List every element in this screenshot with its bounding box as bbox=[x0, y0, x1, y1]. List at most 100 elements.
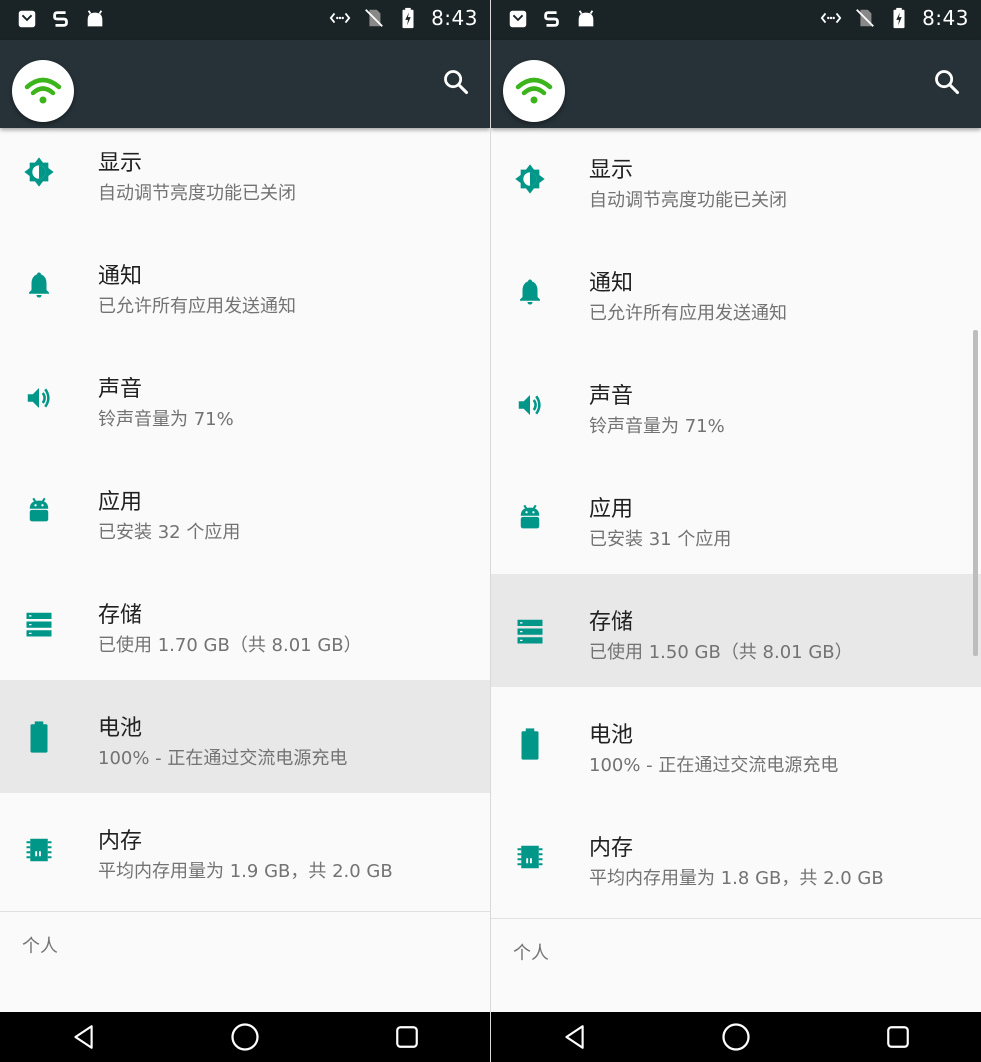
s-app-icon bbox=[53, 11, 68, 27]
recents-button[interactable] bbox=[881, 1020, 915, 1054]
android-icon bbox=[87, 10, 103, 27]
settings-item-apps[interactable]: 应用 已安装 32 个应用 bbox=[0, 454, 490, 567]
item-subtitle: 已使用 1.70 GB（共 8.01 GB） bbox=[98, 635, 362, 656]
wifi-icon bbox=[515, 77, 553, 104]
brightness-icon bbox=[22, 155, 56, 189]
search-button[interactable] bbox=[929, 64, 965, 100]
settings-item-storage[interactable]: 存储 已使用 1.50 GB（共 8.01 GB） bbox=[491, 574, 981, 687]
volume-icon bbox=[513, 388, 547, 422]
settings-screen-left: 8:43 显示 自动调节亮度功能已关闭 通知 已允许所有应用发送通知 声音 铃声… bbox=[0, 0, 490, 1062]
bell-icon bbox=[22, 268, 56, 302]
mail-icon bbox=[18, 10, 36, 28]
item-title: 应用 bbox=[98, 490, 143, 515]
item-subtitle: 平均内存用量为 1.8 GB，共 2.0 GB bbox=[589, 868, 884, 889]
mail-icon bbox=[509, 10, 527, 28]
item-title: 显示 bbox=[98, 151, 143, 176]
settings-item-notifications[interactable]: 通知 已允许所有应用发送通知 bbox=[0, 228, 490, 341]
section-header-personal: 个人 bbox=[513, 943, 549, 964]
back-icon bbox=[565, 1025, 584, 1049]
section-divider bbox=[0, 911, 490, 912]
settings-item-storage[interactable]: 存储 已使用 1.70 GB（共 8.01 GB） bbox=[0, 567, 490, 680]
recents-icon bbox=[396, 1026, 418, 1048]
s-app-icon bbox=[544, 11, 559, 27]
item-title: 通知 bbox=[589, 271, 634, 296]
status-bar: 8:43 bbox=[491, 0, 981, 40]
item-subtitle: 自动调节亮度功能已关闭 bbox=[589, 190, 787, 211]
settings-item-battery[interactable]: 电池 100% - 正在通过交流电源充电 bbox=[0, 680, 490, 793]
memory-icon bbox=[513, 840, 547, 874]
home-icon bbox=[722, 1023, 750, 1051]
settings-item-apps[interactable]: 应用 已安装 31 个应用 bbox=[491, 461, 981, 574]
item-title: 声音 bbox=[589, 384, 634, 409]
item-subtitle: 100% - 正在通过交流电源充电 bbox=[589, 755, 839, 776]
scrollbar[interactable] bbox=[973, 330, 978, 656]
navigation-bar bbox=[491, 1012, 981, 1062]
settings-item-battery[interactable]: 电池 100% - 正在通过交流电源充电 bbox=[491, 687, 981, 800]
settings-item-display[interactable]: 显示 自动调节亮度功能已关闭 bbox=[491, 122, 981, 235]
settings-item-display[interactable]: 显示 自动调节亮度功能已关闭 bbox=[0, 115, 490, 228]
settings-item-memory[interactable]: 内存 平均内存用量为 1.9 GB，共 2.0 GB bbox=[0, 793, 490, 906]
storage-icon bbox=[22, 607, 56, 641]
item-subtitle: 已允许所有应用发送通知 bbox=[589, 303, 787, 324]
settings-item-memory[interactable]: 内存 平均内存用量为 1.8 GB，共 2.0 GB bbox=[491, 800, 981, 913]
storage-icon bbox=[513, 614, 547, 648]
item-title: 应用 bbox=[589, 497, 634, 522]
android-icon bbox=[513, 501, 547, 535]
no-sim-icon bbox=[856, 9, 874, 27]
item-title: 显示 bbox=[589, 158, 634, 183]
floating-wifi-widget[interactable] bbox=[12, 60, 74, 122]
settings-item-sound[interactable]: 声音 铃声音量为 71% bbox=[0, 341, 490, 454]
back-button[interactable] bbox=[557, 1020, 591, 1054]
wifi-calling-icon bbox=[820, 12, 842, 24]
home-button[interactable] bbox=[719, 1020, 753, 1054]
item-subtitle: 已安装 31 个应用 bbox=[589, 529, 732, 550]
back-icon bbox=[74, 1025, 93, 1049]
app-toolbar bbox=[491, 40, 981, 128]
search-button[interactable] bbox=[438, 64, 474, 100]
memory-icon bbox=[22, 833, 56, 867]
settings-list: 显示 自动调节亮度功能已关闭 通知 已允许所有应用发送通知 声音 铃声音量为 7… bbox=[491, 122, 981, 913]
item-title: 电池 bbox=[98, 716, 143, 741]
search-icon bbox=[935, 70, 960, 95]
clock: 8:43 bbox=[922, 6, 969, 30]
battery-icon bbox=[513, 727, 547, 761]
item-subtitle: 已安装 32 个应用 bbox=[98, 522, 241, 543]
item-subtitle: 已允许所有应用发送通知 bbox=[98, 296, 296, 317]
section-header-personal: 个人 bbox=[22, 936, 58, 957]
wifi-icon bbox=[24, 77, 62, 104]
volume-icon bbox=[22, 381, 56, 415]
wifi-calling-icon bbox=[329, 12, 351, 24]
no-sim-icon bbox=[365, 9, 383, 27]
settings-list: 显示 自动调节亮度功能已关闭 通知 已允许所有应用发送通知 声音 铃声音量为 7… bbox=[0, 115, 490, 906]
item-subtitle: 平均内存用量为 1.9 GB，共 2.0 GB bbox=[98, 861, 393, 882]
bell-icon bbox=[513, 275, 547, 309]
item-title: 存储 bbox=[589, 610, 634, 635]
search-icon bbox=[444, 70, 469, 95]
navigation-bar bbox=[0, 1012, 490, 1062]
floating-wifi-widget[interactable] bbox=[503, 60, 565, 122]
item-title: 存储 bbox=[98, 603, 143, 628]
item-title: 声音 bbox=[98, 377, 143, 402]
settings-item-sound[interactable]: 声音 铃声音量为 71% bbox=[491, 348, 981, 461]
back-button[interactable] bbox=[66, 1020, 100, 1054]
status-bar: 8:43 bbox=[0, 0, 490, 40]
recents-icon bbox=[887, 1026, 909, 1048]
item-title: 电池 bbox=[589, 723, 634, 748]
settings-item-notifications[interactable]: 通知 已允许所有应用发送通知 bbox=[491, 235, 981, 348]
home-button[interactable] bbox=[228, 1020, 262, 1054]
battery-icon bbox=[22, 720, 56, 754]
android-icon bbox=[22, 494, 56, 528]
item-subtitle: 已使用 1.50 GB（共 8.01 GB） bbox=[589, 642, 853, 663]
clock: 8:43 bbox=[431, 6, 478, 30]
brightness-icon bbox=[513, 162, 547, 196]
item-title: 内存 bbox=[589, 836, 634, 861]
item-subtitle: 铃声音量为 71% bbox=[589, 416, 725, 437]
recents-button[interactable] bbox=[390, 1020, 424, 1054]
settings-screen-right: 8:43 显示 自动调节亮度功能已关闭 通知 已允许所有应用发送通知 声音 铃声… bbox=[491, 0, 981, 1062]
home-icon bbox=[231, 1023, 259, 1051]
battery-charging-icon bbox=[893, 7, 905, 29]
section-divider bbox=[491, 918, 981, 919]
android-icon bbox=[578, 10, 594, 27]
item-title: 通知 bbox=[98, 264, 143, 289]
item-subtitle: 铃声音量为 71% bbox=[98, 409, 234, 430]
